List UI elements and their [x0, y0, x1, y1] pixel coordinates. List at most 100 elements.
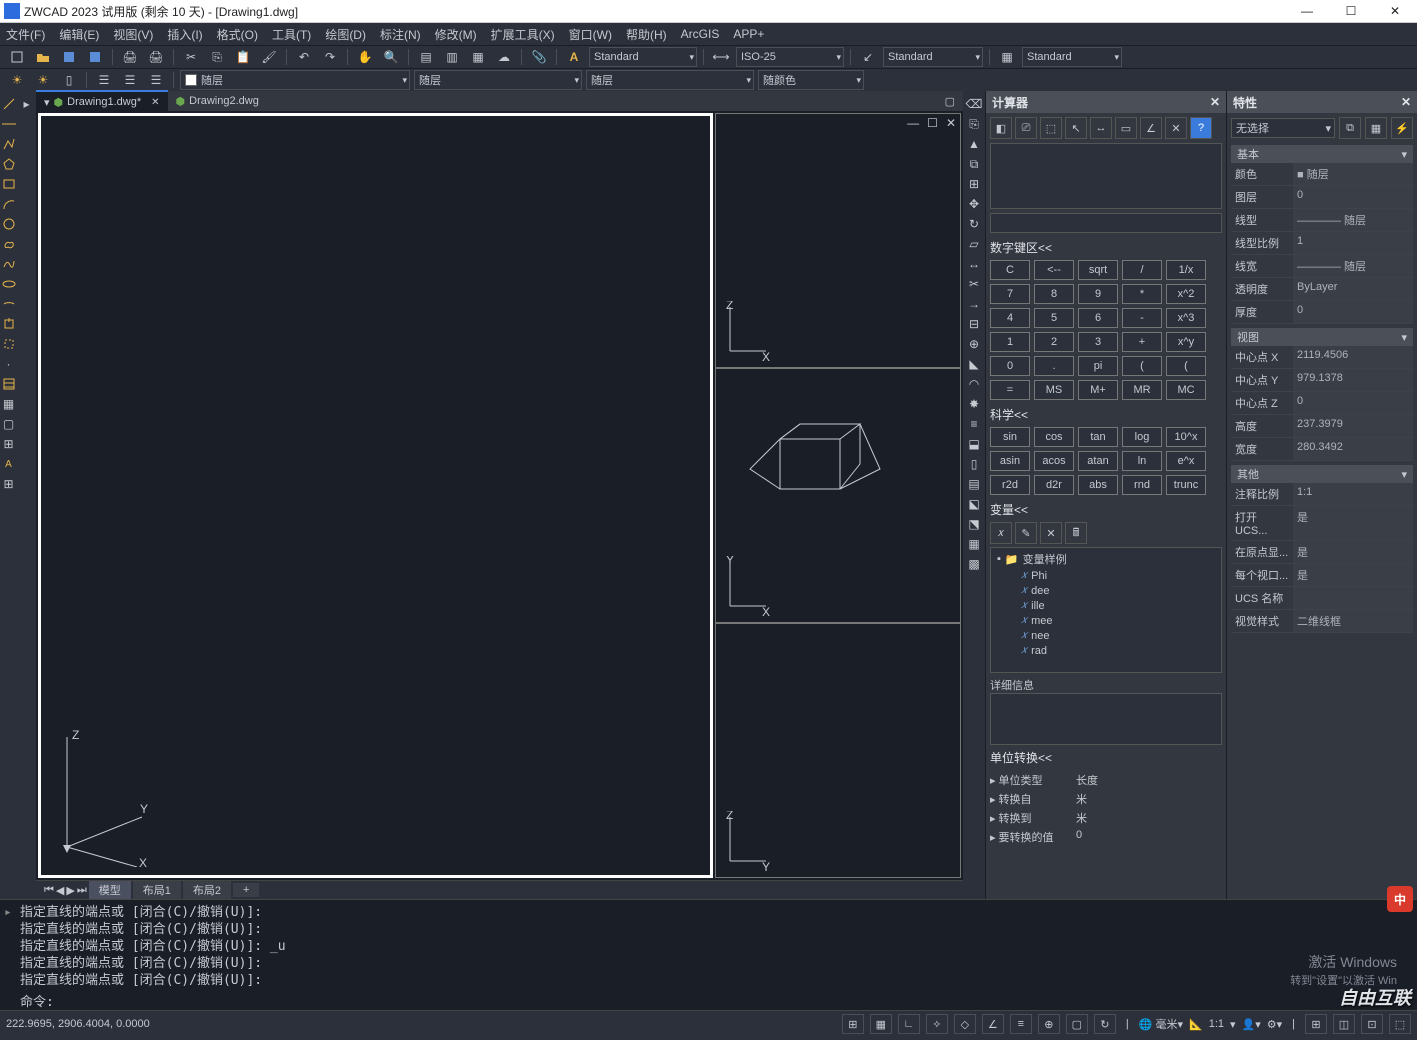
- copy-button[interactable]: ⎘: [206, 47, 228, 67]
- circle-tool[interactable]: [0, 215, 17, 233]
- calc-tb-5[interactable]: ↔: [1090, 117, 1112, 139]
- extra-tool1[interactable]: ⬕: [963, 495, 985, 513]
- dock-icon[interactable]: ▸: [17, 95, 36, 113]
- key-8[interactable]: 8: [1034, 284, 1074, 304]
- key-M+[interactable]: M+: [1078, 380, 1118, 400]
- menu-insert[interactable]: 插入(I): [167, 26, 202, 43]
- props-close-icon[interactable]: ✕: [1401, 95, 1411, 109]
- sb-lwt[interactable]: ≡: [1010, 1014, 1032, 1034]
- calc-tb-1[interactable]: ◧: [990, 117, 1012, 139]
- key-=[interactable]: =: [990, 380, 1030, 400]
- status-units[interactable]: 毫米: [1155, 1019, 1177, 1031]
- gradient-tool[interactable]: ▦: [0, 395, 17, 413]
- scikey-d2r[interactable]: d2r: [1034, 475, 1074, 495]
- minimize-button[interactable]: —: [1285, 0, 1329, 22]
- scikey-cos[interactable]: cos: [1034, 427, 1074, 447]
- prop-每个视口...[interactable]: 是: [1293, 564, 1413, 587]
- key-C[interactable]: C: [990, 260, 1030, 280]
- layer-button-5[interactable]: ☰: [119, 70, 141, 90]
- vp-max-icon[interactable]: ☐: [927, 116, 938, 130]
- zoom-button[interactable]: 🔍: [380, 47, 402, 67]
- prop-打开 UCS...[interactable]: 是: [1293, 506, 1413, 541]
- erase-tool[interactable]: ⌫: [963, 95, 985, 113]
- key-.[interactable]: .: [1034, 356, 1074, 376]
- tab-nav-next[interactable]: ▶: [66, 884, 74, 897]
- trim-tool[interactable]: ✂: [963, 275, 985, 293]
- move-tool[interactable]: ✥: [963, 195, 985, 213]
- sci-label[interactable]: 科学<<: [990, 406, 1222, 423]
- linetype-dropdown[interactable]: 随层: [414, 70, 582, 90]
- var-Phi[interactable]: 𝑥 Phi: [993, 568, 1219, 583]
- ellipse-tool[interactable]: [0, 275, 17, 293]
- break-tool[interactable]: ⊟: [963, 315, 985, 333]
- sb-extra-2[interactable]: ◫: [1333, 1014, 1355, 1034]
- sb-dyn[interactable]: ⊕: [1038, 1014, 1060, 1034]
- menu-help[interactable]: 帮助(H): [626, 26, 667, 43]
- prop-线型[interactable]: ———— 随层: [1293, 209, 1413, 232]
- undo-button[interactable]: ↶: [293, 47, 315, 67]
- tab-nav-prev[interactable]: ◀: [56, 884, 64, 897]
- key-9[interactable]: 9: [1078, 284, 1118, 304]
- calc-tb-8[interactable]: ✕: [1165, 117, 1187, 139]
- menu-app[interactable]: APP+: [733, 27, 764, 41]
- layerprop-button[interactable]: ▤: [415, 47, 437, 67]
- layout-model[interactable]: 模型: [89, 881, 131, 899]
- align-tool[interactable]: ≡: [963, 415, 985, 433]
- key-x^2[interactable]: x^2: [1166, 284, 1206, 304]
- var-label[interactable]: 变量<<: [990, 501, 1222, 518]
- explode-tool[interactable]: ✸: [963, 395, 985, 413]
- scikey-10^x[interactable]: 10^x: [1166, 427, 1206, 447]
- key-0[interactable]: 0: [990, 356, 1030, 376]
- key--[interactable]: -: [1122, 308, 1162, 328]
- layout-add[interactable]: +: [233, 883, 259, 897]
- menu-ext[interactable]: 扩展工具(X): [491, 26, 555, 43]
- key-pi[interactable]: pi: [1078, 356, 1118, 376]
- props-pick-2[interactable]: ▦: [1365, 117, 1387, 139]
- hatch-tool[interactable]: [0, 375, 17, 393]
- prop-sect-视图[interactable]: 视图▾: [1231, 328, 1413, 346]
- var-nee[interactable]: 𝑥 nee: [993, 628, 1219, 643]
- cloud-button[interactable]: ☁: [493, 47, 515, 67]
- sb-ortho[interactable]: ∟: [898, 1014, 920, 1034]
- prop-高度[interactable]: 237.3979: [1293, 415, 1413, 438]
- viewports[interactable]: Z Y X — ☐ ✕ Z X: [36, 111, 963, 880]
- prop-厚度[interactable]: 0: [1293, 301, 1413, 324]
- mleaderstyle-icon[interactable]: ↙: [857, 47, 879, 67]
- key-/[interactable]: /: [1122, 260, 1162, 280]
- vp-close-icon[interactable]: ✕: [946, 116, 956, 130]
- xref-button[interactable]: 📎: [528, 47, 550, 67]
- scale-tool[interactable]: ▱: [963, 235, 985, 253]
- prop-颜色[interactable]: ■ 随层: [1293, 163, 1413, 186]
- fillet-tool[interactable]: ◠: [963, 375, 985, 393]
- point-tool[interactable]: ·: [0, 355, 17, 373]
- draworder-tool[interactable]: ⬓: [963, 435, 985, 453]
- layer-manager-button[interactable]: ☀: [6, 70, 28, 90]
- key-7[interactable]: 7: [990, 284, 1030, 304]
- extra-tool4[interactable]: ▩: [963, 555, 985, 573]
- key-1[interactable]: 1: [990, 332, 1030, 352]
- key-6[interactable]: 6: [1078, 308, 1118, 328]
- layout-2[interactable]: 布局2: [183, 881, 231, 899]
- tablestyle-dropdown[interactable]: Standard: [1022, 47, 1122, 67]
- var-rad[interactable]: 𝑥 rad: [993, 643, 1219, 658]
- scikey-tan[interactable]: tan: [1078, 427, 1118, 447]
- viewport-mid-right[interactable]: Y X: [715, 368, 961, 623]
- prop-线宽[interactable]: ———— 随层: [1293, 255, 1413, 278]
- sb-extra-4[interactable]: ⬚: [1389, 1014, 1411, 1034]
- sb-extra-1[interactable]: ⊞: [1305, 1014, 1327, 1034]
- cmdlog-collapse-icon[interactable]: ▸: [4, 904, 12, 921]
- ime-icon[interactable]: 中: [1387, 886, 1413, 912]
- prop-中心点 Y[interactable]: 979.1378: [1293, 369, 1413, 392]
- new-button[interactable]: [6, 47, 28, 67]
- grid-tool[interactable]: ⊞: [0, 475, 17, 493]
- menu-format[interactable]: 格式(O): [217, 26, 258, 43]
- key-3[interactable]: 3: [1078, 332, 1118, 352]
- menu-window[interactable]: 窗口(W): [569, 26, 612, 43]
- insertblock-tool[interactable]: [0, 315, 17, 333]
- calc-tb-6[interactable]: ▭: [1115, 117, 1137, 139]
- menu-dim[interactable]: 标注(N): [380, 26, 421, 43]
- sb-polar[interactable]: ✧: [926, 1014, 948, 1034]
- calc-input[interactable]: [990, 213, 1222, 233]
- prop-宽度[interactable]: 280.3492: [1293, 438, 1413, 461]
- prop-sect-基本[interactable]: 基本▾: [1231, 145, 1413, 163]
